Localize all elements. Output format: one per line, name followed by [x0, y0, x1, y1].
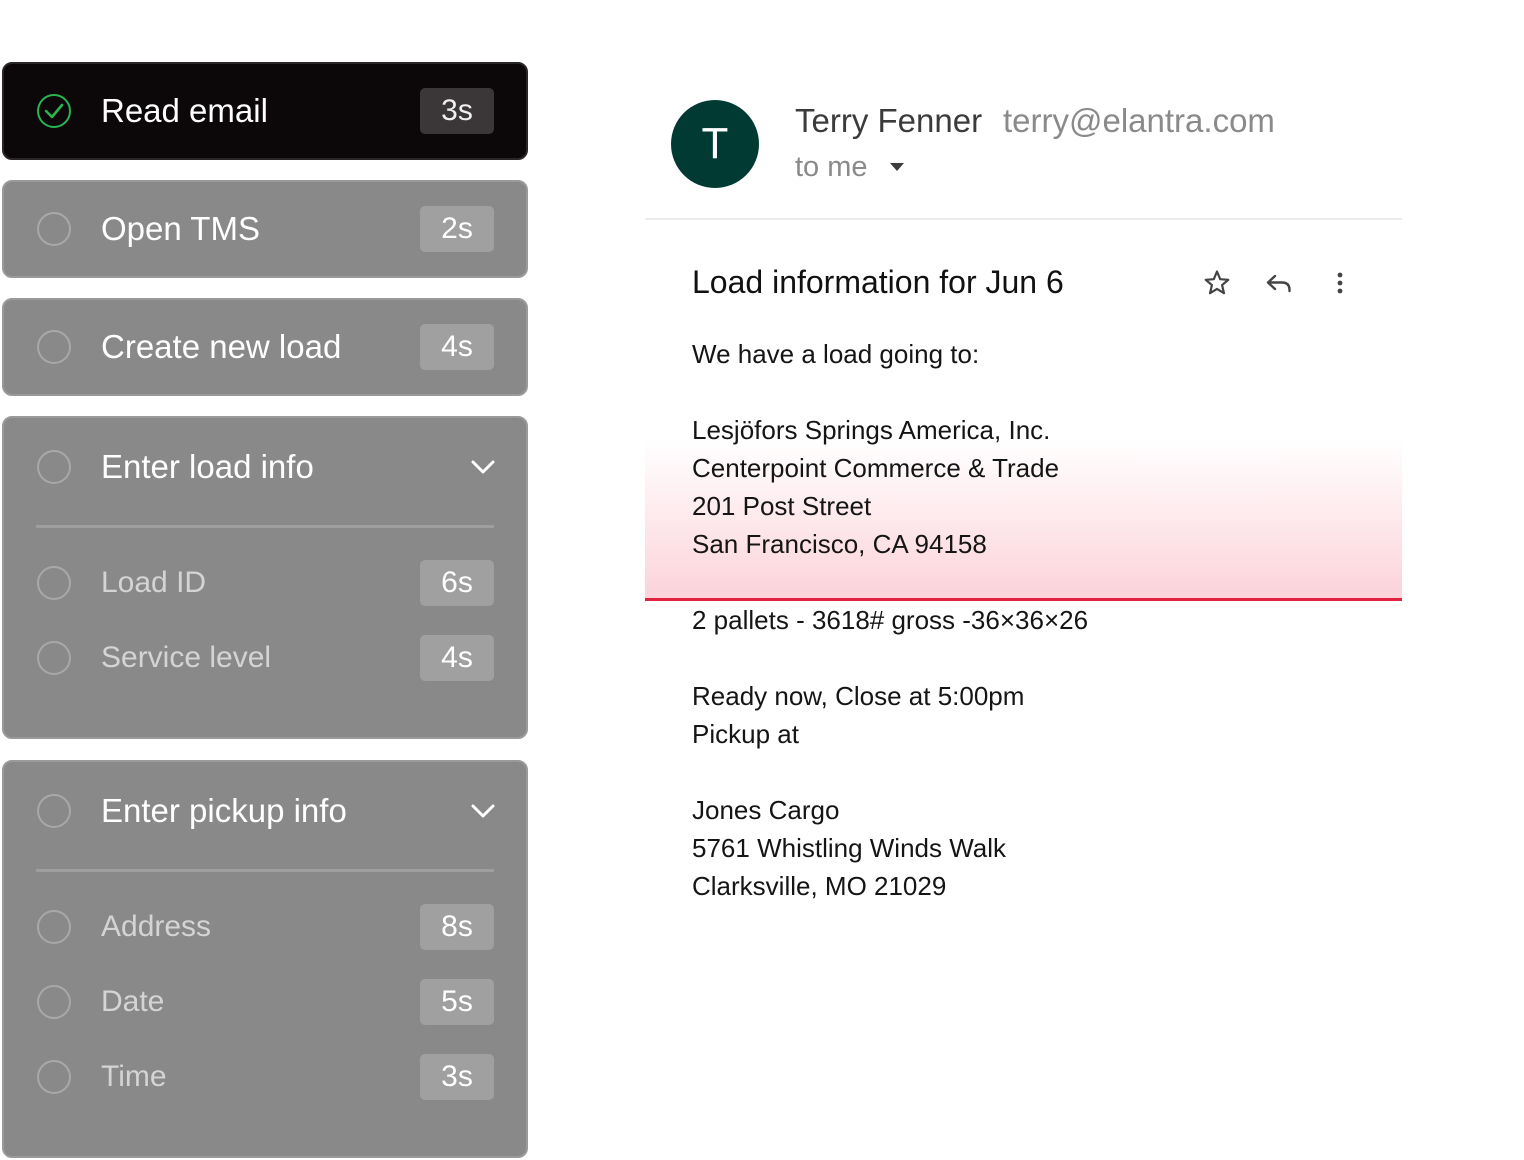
step-row: Read email 3s: [4, 87, 526, 135]
empty-circle-icon: [37, 450, 71, 484]
time-badge: 5s: [420, 979, 494, 1025]
step-create-new-load[interactable]: Create new load 4s: [2, 298, 528, 396]
empty-circle-icon: [37, 794, 71, 828]
substep-row[interactable]: Time 3s: [4, 1053, 526, 1101]
empty-circle-icon: [37, 641, 71, 675]
step-row[interactable]: Enter pickup info: [4, 787, 526, 835]
time-badge: 4s: [420, 324, 494, 370]
empty-circle-icon: [37, 566, 71, 600]
substep-row[interactable]: Address 8s: [4, 903, 526, 951]
body-line: Centerpoint Commerce & Trade: [692, 453, 1060, 483]
step-row: Open TMS 2s: [4, 205, 526, 253]
body-line: Jones Cargo: [692, 795, 840, 825]
more-vert-icon[interactable]: [1325, 268, 1355, 298]
empty-circle-icon: [37, 1060, 71, 1094]
sender-email[interactable]: terry@elantra.com: [1003, 102, 1275, 140]
body-line: 5761 Whistling Winds Walk: [692, 833, 1007, 863]
divider: [36, 869, 494, 872]
time-badge: 2s: [420, 206, 494, 252]
step-enter-pickup-info[interactable]: Enter pickup info Address 8s Date 5s Tim…: [2, 760, 528, 1158]
time-badge: 8s: [420, 904, 494, 950]
substep-label: Time: [101, 1060, 167, 1093]
chevron-down-icon[interactable]: [470, 803, 496, 819]
step-row[interactable]: Enter load info: [4, 443, 526, 491]
substep-label: Service level: [101, 641, 272, 674]
header-divider: [645, 218, 1402, 220]
time-badge: 3s: [420, 88, 494, 134]
sender-avatar[interactable]: T: [671, 100, 759, 188]
substep-row[interactable]: Service level 4s: [4, 634, 526, 682]
substep-row[interactable]: Load ID 6s: [4, 559, 526, 607]
step-label: Create new load: [101, 328, 342, 365]
body-line: We have a load going to:: [692, 339, 980, 369]
substep-label: Date: [101, 985, 165, 1018]
email-subject: Load information for Jun 6: [692, 264, 1064, 300]
star-icon[interactable]: [1202, 268, 1232, 298]
body-line: 2 pallets - 3618# gross -36×36×26: [692, 605, 1089, 635]
body-line: Ready now, Close at 5:00pm: [692, 681, 1025, 711]
empty-circle-icon: [37, 212, 71, 246]
step-open-tms[interactable]: Open TMS 2s: [2, 180, 528, 278]
step-read-email[interactable]: Read email 3s: [2, 62, 528, 160]
divider: [36, 525, 494, 528]
substep-label: Address: [101, 910, 212, 943]
body-line: Pickup at: [692, 719, 799, 749]
time-badge: 3s: [420, 1054, 494, 1100]
time-badge: 6s: [420, 560, 494, 606]
stage: Read email 3s Open TMS 2s Create new loa…: [0, 0, 1524, 1160]
body-line: 201 Post Street: [692, 491, 872, 521]
check-circle-icon: [37, 94, 71, 128]
step-enter-load-info[interactable]: Enter load info Load ID 6s Service level…: [2, 416, 528, 739]
empty-circle-icon: [37, 330, 71, 364]
substep-label: Load ID: [101, 566, 207, 599]
empty-circle-icon: [37, 910, 71, 944]
step-label: Open TMS: [101, 210, 260, 247]
recipient-label[interactable]: to me: [795, 151, 868, 184]
sender-name[interactable]: Terry Fenner: [795, 102, 982, 140]
step-label: Enter pickup info: [101, 792, 347, 829]
step-label: Enter load info: [101, 448, 314, 485]
reply-icon[interactable]: [1264, 268, 1294, 298]
body-line: Clarksville, MO 21029: [692, 871, 947, 901]
time-badge: 4s: [420, 635, 494, 681]
body-line: Lesjöfors Springs America, Inc.: [692, 415, 1051, 445]
caret-down-icon[interactable]: [889, 162, 905, 172]
body-line: San Francisco, CA 94158: [692, 529, 987, 559]
chevron-down-icon[interactable]: [470, 459, 496, 475]
substep-row[interactable]: Date 5s: [4, 978, 526, 1026]
step-row: Create new load 4s: [4, 323, 526, 371]
empty-circle-icon: [37, 985, 71, 1019]
step-label: Read email: [101, 92, 268, 129]
